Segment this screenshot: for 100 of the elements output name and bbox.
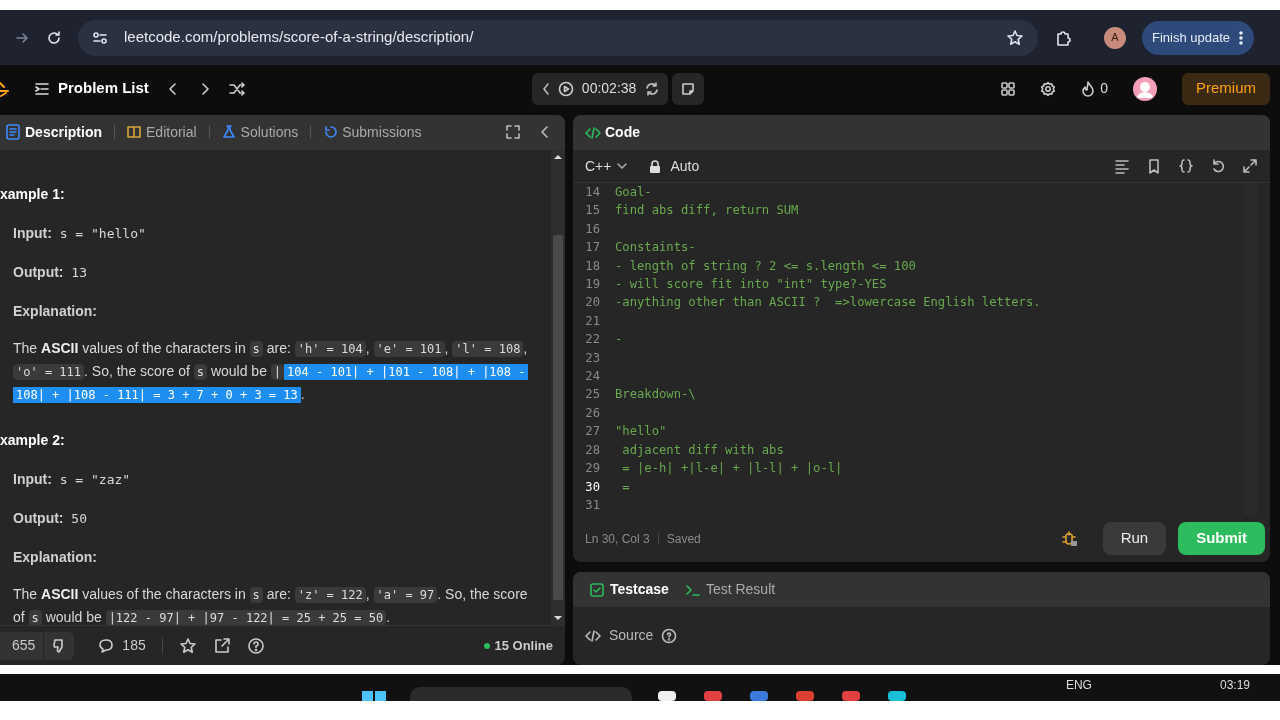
language-indicator[interactable]: ENG	[1065, 676, 1092, 694]
checkbox-icon	[589, 581, 605, 598]
avatar-icon[interactable]	[1132, 75, 1158, 102]
code-line: Goal-	[615, 185, 652, 199]
example-output-text: Output: 50	[13, 508, 88, 528]
format-icon[interactable]	[1114, 157, 1130, 175]
explanation-label: Explanation:	[13, 547, 98, 567]
example-heading: xample 1:	[0, 184, 66, 204]
help-icon[interactable]	[661, 627, 678, 644]
code-line: -anything other than ASCII ? =>lowercase English letters.	[615, 295, 1041, 310]
layout-icon[interactable]	[1000, 80, 1017, 97]
site-settings-icon[interactable]	[92, 29, 108, 46]
line-number: 26	[584, 404, 601, 422]
panel-tab[interactable]: Editorial	[123, 121, 201, 143]
line-number: 30	[584, 478, 601, 496]
debug-icon[interactable]	[1060, 529, 1079, 548]
problem-list-link[interactable]: Problem List	[34, 77, 149, 100]
streak-counter[interactable]: 0	[1080, 78, 1108, 99]
line-number: 23	[584, 349, 601, 367]
code-icon	[585, 124, 601, 141]
timer[interactable]: 00:02:38	[531, 72, 669, 105]
code-line: -	[615, 332, 623, 347]
help-icon[interactable]	[246, 636, 265, 655]
save-status: Saved	[666, 530, 701, 548]
document-icon	[6, 124, 20, 141]
cursor-position: Ln 30, Col 3	[585, 530, 650, 548]
caret-icon	[616, 160, 629, 172]
line-number: 25	[584, 386, 601, 404]
panel-tab[interactable]: Testcase	[585, 579, 673, 600]
line-number: 31	[584, 496, 601, 514]
language-dropdown[interactable]: C++	[585, 155, 633, 177]
share-icon[interactable]	[212, 636, 231, 655]
braces-icon[interactable]	[1178, 157, 1194, 174]
undo-icon[interactable]	[1210, 157, 1226, 174]
profile-avatar[interactable]: A	[1104, 26, 1126, 49]
expand-icon[interactable]	[1242, 157, 1258, 174]
code-line: Breakdown-\	[615, 387, 696, 402]
online-dot-icon	[484, 642, 491, 649]
line-number: 20	[584, 294, 601, 312]
explanation-text: The ASCII values of the characters in s are: 'z' = 122 , 'a' = 97 . So, the score of s would be |122 - 97| + |97 - 122| = 25 + 25 = 50 .	[13, 584, 529, 626]
code-line: adjacent diff with abs	[621, 442, 784, 457]
likes-counter[interactable]: 655	[0, 631, 75, 660]
fullscreen-icon[interactable]	[505, 124, 521, 141]
line-number: 17	[584, 239, 601, 257]
panel-tab[interactable]: Test Result	[680, 579, 780, 600]
code-icon	[585, 627, 601, 644]
code-line: = |e-h| +|l-e| + |l-l| + |o-l|	[621, 461, 843, 476]
code-line: Constaints-	[615, 240, 696, 255]
line-number: 28	[584, 441, 601, 459]
star-icon[interactable]	[1006, 28, 1024, 47]
example-output-text: Output: 13	[13, 262, 88, 282]
settings-icon[interactable]	[1040, 80, 1057, 97]
mode-label: Auto	[670, 156, 700, 176]
line-number: 21	[584, 312, 601, 330]
example-input-text: Input: s = "hello"	[13, 223, 147, 243]
explanation-label: Explanation:	[13, 301, 98, 321]
star-icon[interactable]	[178, 636, 197, 655]
line-number: 18	[584, 257, 601, 275]
code-line: =	[621, 479, 630, 494]
online-count: 15 Online	[494, 636, 553, 655]
run-button[interactable]: Run	[1102, 522, 1167, 555]
panel-tab[interactable]: Description	[2, 121, 106, 143]
notes-button[interactable]	[672, 72, 705, 105]
url-text: leetcode.com/problems/score-of-a-string/description/	[124, 27, 475, 48]
reload-icon[interactable]	[46, 29, 62, 46]
lock-icon	[648, 158, 663, 174]
code-line: - will score fit into "int" type?-YES	[615, 277, 887, 292]
line-number: 24	[584, 368, 601, 386]
example-heading: xample 2:	[0, 430, 66, 450]
shuffle-icon[interactable]	[228, 80, 247, 97]
line-number: 22	[584, 331, 601, 349]
comments-counter[interactable]: 185	[98, 635, 146, 657]
clock[interactable]: 03:19	[1219, 676, 1250, 694]
premium-button[interactable]: Premium	[1182, 72, 1270, 105]
history-icon	[323, 124, 338, 141]
panel-tab[interactable]: Solutions	[217, 121, 303, 143]
line-number: 19	[584, 276, 601, 294]
line-number: 29	[584, 460, 601, 478]
explanation-text: The ASCII values of the characters in s are: 'h' = 104 , 'e' = 101 , 'l' = 108 , 'o' = 111 . So, the score of s would be | 104 - 101| + |101 - 108| + |108 - 108| + |108 - 111| = 3 + 7 + 0 + 3 = 13 .	[13, 338, 529, 405]
play-icon	[557, 80, 574, 97]
more-icon	[1238, 29, 1245, 46]
example-input-text: Input: s = "zaz"	[13, 469, 132, 489]
scrollbar[interactable]	[551, 149, 565, 626]
address-bar[interactable]: leetcode.com/problems/score-of-a-string/description/	[78, 19, 1038, 56]
panel-tab[interactable]: Submissions	[319, 121, 426, 143]
line-number: 16	[584, 220, 601, 238]
extensions-icon[interactable]	[1054, 28, 1072, 47]
bookmark-icon[interactable]	[1146, 157, 1162, 175]
flask-icon	[221, 124, 236, 141]
reset-icon	[644, 80, 661, 97]
code-line: "hello"	[615, 424, 667, 439]
line-number: 14	[584, 184, 601, 201]
note-icon	[680, 80, 697, 97]
list-icon	[34, 80, 50, 97]
code-line: - length of string ? 2 <= s.length <= 100	[615, 258, 916, 273]
source-link[interactable]: Source	[585, 625, 654, 646]
update-button[interactable]: Finish update	[1142, 20, 1255, 55]
panel-title: Code	[605, 123, 640, 142]
book-icon	[127, 124, 141, 141]
speech-bubble-icon	[98, 637, 115, 654]
